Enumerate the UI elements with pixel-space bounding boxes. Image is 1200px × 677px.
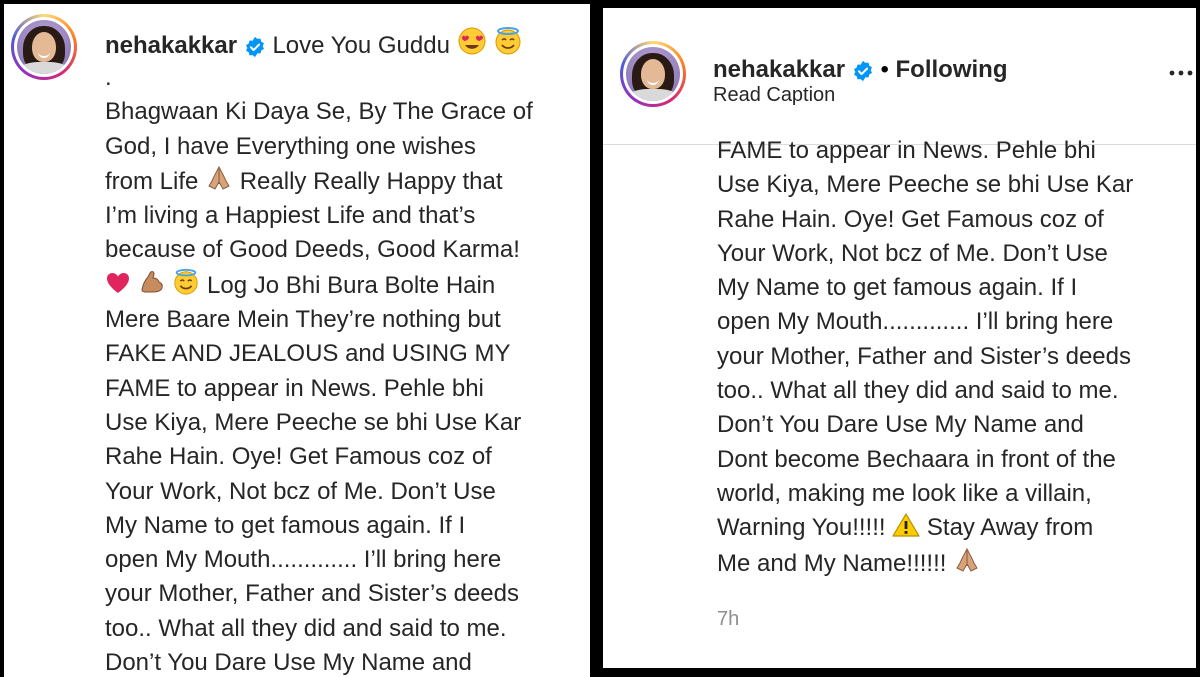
caption-line: from Life Really Really Happy that bbox=[105, 164, 585, 199]
caption-line: open My Mouth............. I’ll bring he… bbox=[105, 546, 502, 574]
caption-line: Your Work, Not bcz of Me. Don’t Use bbox=[105, 477, 496, 505]
avatar[interactable] bbox=[11, 14, 77, 80]
caption-body: FAME to appear in News. Pehle bhi Use Ki… bbox=[717, 134, 1187, 581]
caption-line: Me and My Name!!!!!! bbox=[717, 546, 1187, 581]
caption-line: your Mother, Father and Sister’s deeds bbox=[105, 580, 519, 608]
caption-text-segment: Log Jo Bhi Bura Bolte Hain bbox=[207, 271, 496, 299]
username-link[interactable]: nehakakkar bbox=[713, 56, 845, 83]
right-post-panel: nehakakkar • Following Read Caption FAME… bbox=[603, 8, 1196, 668]
heart-eyes-emoji bbox=[458, 27, 486, 55]
flexed-biceps-emoji bbox=[141, 270, 163, 293]
caption-line: FAME to appear in News. Pehle bhi bbox=[717, 137, 1096, 164]
praying-hands-emoji bbox=[956, 547, 978, 572]
caption-line: Don’t You Dare Use My Name and bbox=[717, 411, 1084, 439]
following-button[interactable]: Following bbox=[896, 56, 1008, 83]
caption-line: FAME to appear in News. Pehle bhi bbox=[105, 374, 484, 402]
more-options-icon[interactable] bbox=[1169, 68, 1193, 78]
caption-line: too.. What all they did and said to me. bbox=[105, 614, 507, 642]
caption-line: Rahe Hain. Oye! Get Famous coz of bbox=[105, 443, 492, 471]
caption-line: because of Good Deeds, Good Karma! bbox=[105, 236, 520, 264]
verified-badge-icon bbox=[245, 36, 264, 57]
halo-smile-emoji bbox=[174, 268, 199, 295]
profile-photo bbox=[626, 47, 680, 101]
caption-line: Your Work, Not bcz of Me. Don’t Use bbox=[717, 239, 1108, 267]
caption-line: Use Kiya, Mere Peeche se bhi Use Kar bbox=[717, 171, 1134, 199]
caption-text-segment: from Life bbox=[105, 167, 199, 195]
caption-line: Mere Baare Mein They’re nothing but bbox=[105, 306, 501, 334]
caption-line: Warning You!!!!! Stay Away from bbox=[717, 511, 1187, 545]
caption-body: . Bhagwaan Ki Daya Se, By The Grace of G… bbox=[105, 61, 585, 677]
caption-line: Bhagwaan Ki Daya Se, By The Grace of bbox=[105, 98, 533, 126]
caption-line: Don’t You Dare Use My Name and bbox=[105, 649, 472, 677]
caption-line: FAKE AND JEALOUS and USING MY bbox=[105, 340, 511, 368]
caption-line: My Name to get famous again. If I bbox=[105, 511, 466, 539]
read-caption-label: Read Caption bbox=[713, 84, 836, 106]
left-post-panel: nehakakkar Love You Guddu . Bhagwaan Ki … bbox=[4, 4, 590, 677]
caption-line: . bbox=[105, 64, 112, 91]
caption-line: Use Kiya, Mere Peeche se bhi Use Kar bbox=[105, 408, 522, 436]
caption-line: world, making me look like a villain, bbox=[717, 479, 1092, 507]
caption-line: Rahe Hain. Oye! Get Famous coz of bbox=[717, 205, 1104, 233]
red-heart-emoji bbox=[107, 272, 129, 293]
caption-text-segment: Really Really Happy that bbox=[239, 167, 503, 195]
caption-line: Log Jo Bhi Bura Bolte Hain bbox=[105, 268, 585, 303]
avatar[interactable] bbox=[620, 41, 686, 107]
header-separator: • bbox=[880, 56, 889, 83]
caption-line: My Name to get famous again. If I bbox=[717, 274, 1078, 302]
caption-line: I’m living a Happiest Life and that’s bbox=[105, 202, 476, 230]
praying-hands-emoji bbox=[208, 165, 230, 190]
post-header: nehakakkar • Following bbox=[713, 53, 1008, 87]
caption-line: too.. What all they did and said to me. bbox=[717, 377, 1119, 405]
username-link[interactable]: nehakakkar bbox=[105, 32, 237, 59]
caption-title: Love You Guddu bbox=[272, 32, 450, 59]
caption-line: Dont become Bechaara in front of the bbox=[717, 445, 1116, 473]
verified-badge-icon bbox=[853, 60, 872, 81]
caption-line: God, I have Everything one wishes bbox=[105, 132, 476, 160]
warning-emoji bbox=[892, 513, 920, 537]
caption-line: your Mother, Father and Sister’s deeds bbox=[717, 342, 1131, 370]
profile-photo bbox=[17, 20, 71, 74]
caption-text-segment: Stay Away from bbox=[926, 514, 1094, 542]
caption-text-segment: Warning You!!!!! bbox=[717, 514, 886, 542]
post-timestamp[interactable]: 7h bbox=[717, 608, 739, 631]
caption-text-segment: Me and My Name!!!!!! bbox=[717, 549, 947, 577]
halo-smile-emoji bbox=[495, 27, 521, 55]
caption-header: nehakakkar Love You Guddu bbox=[105, 26, 523, 63]
caption-line: open My Mouth............. I’ll bring he… bbox=[717, 308, 1114, 336]
